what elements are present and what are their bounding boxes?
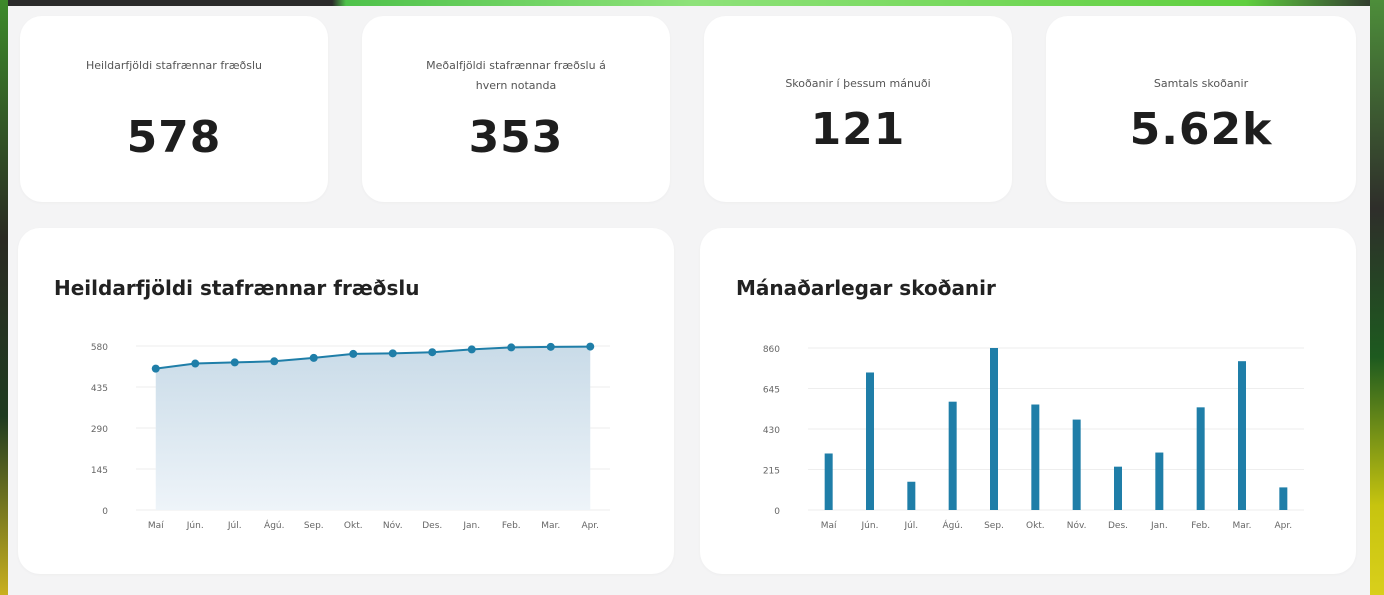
data-point — [546, 342, 555, 351]
background-photo-left — [0, 0, 8, 595]
x-tick-label: Sep. — [304, 521, 324, 531]
x-tick-label: Jún. — [186, 521, 204, 531]
x-tick-label: Júl. — [903, 521, 918, 531]
data-point — [230, 358, 239, 367]
bar-chart-card: Mánaðarlegar skoðanir 0 215 430 645 860 Maí Jú… — [700, 228, 1356, 574]
x-tick-label: Jan. — [1150, 521, 1168, 531]
y-tick-label: 435 — [91, 384, 108, 394]
bar — [1155, 452, 1164, 510]
stat-label: Samtals skoðanir — [1153, 77, 1249, 90]
y-tick-label: 215 — [763, 467, 780, 477]
stat-card-total-courses: Heildarfjöldi stafrænnar fræðslu 578 — [20, 16, 328, 202]
stat-label: Skoðanir í þessum mánuði — [785, 77, 931, 90]
x-tick-label: Júl. — [227, 521, 242, 531]
bar — [1072, 419, 1081, 510]
x-tick-label: Jún. — [861, 521, 879, 531]
bar — [948, 401, 957, 510]
x-tick-label: Maí — [148, 521, 164, 531]
bar — [824, 453, 833, 510]
bar — [990, 348, 998, 510]
x-tick-label: Sep. — [984, 521, 1004, 531]
data-point — [270, 357, 279, 366]
stat-label: Heildarfjöldi stafrænnar fræðslu — [85, 59, 263, 72]
line-chart-card: Heildarfjöldi stafrænnar fræðslu 0 145 290… — [18, 228, 674, 574]
y-tick-label: 580 — [91, 343, 108, 353]
dashboard-panel: Heildarfjöldi stafrænnar fræðslu 578 Með… — [8, 6, 1370, 595]
x-tick-label: Apr. — [1275, 521, 1293, 531]
data-point — [309, 353, 318, 362]
data-point — [349, 349, 358, 358]
data-point — [191, 359, 200, 368]
y-tick-label: 860 — [763, 345, 780, 355]
data-point — [151, 364, 160, 373]
x-tick-label: Okt. — [1026, 521, 1045, 531]
stat-card-views-this-month: Skoðanir í þessum mánuði 121 — [704, 16, 1012, 202]
x-tick-label: Jan. — [462, 521, 480, 531]
bar — [1114, 466, 1122, 510]
bar — [1238, 361, 1246, 510]
stat-value: 121 — [810, 104, 906, 155]
bar — [866, 372, 874, 510]
x-tick-label: Feb. — [502, 521, 521, 531]
data-point — [428, 348, 437, 357]
bar-chart: 0 215 430 645 860 Maí Jún. Júl. Ágú. Sep. Okt. Nóv.… — [763, 345, 1304, 531]
x-tick-label: Des. — [422, 521, 442, 531]
x-tick-label: Nóv. — [1067, 520, 1087, 531]
x-tick-label: Ágú. — [942, 519, 962, 531]
line-chart: 0 145 290 435 580 Maí Jún. Júl. Ágú. Sep. Okt. Nóv.… — [91, 342, 610, 531]
y-tick-label: 430 — [763, 426, 780, 436]
y-tick-label: 145 — [91, 466, 108, 476]
x-tick-label: Okt. — [344, 521, 363, 531]
y-tick-label: 290 — [91, 425, 108, 435]
stat-card-total-views: Samtals skoðanir 5.62k — [1046, 16, 1356, 202]
x-tick-label: Mar. — [541, 521, 560, 531]
y-tick-label: 0 — [774, 507, 780, 517]
bar — [1196, 407, 1205, 510]
bar — [1031, 404, 1040, 510]
x-tick-label: Mar. — [1232, 521, 1251, 531]
data-point — [586, 342, 595, 351]
x-tick-label: Apr. — [581, 521, 599, 531]
x-tick-label: Ágú. — [264, 519, 284, 531]
bar — [907, 481, 916, 510]
x-tick-label: Nóv. — [383, 520, 403, 531]
stat-value: 5.62k — [1129, 104, 1273, 155]
bar — [1279, 487, 1288, 510]
x-tick-label: Maí — [821, 521, 837, 531]
area-fill — [155, 346, 591, 510]
stat-label: Meðalfjöldi stafrænnar fræðslu á hvern n… — [426, 59, 606, 92]
y-tick-label: 0 — [102, 507, 108, 517]
background-photo-right — [1370, 0, 1384, 595]
data-point — [467, 345, 476, 354]
x-tick-label: Des. — [1108, 521, 1128, 531]
stat-value: 578 — [126, 112, 222, 163]
stat-value: 353 — [468, 112, 564, 163]
data-point — [388, 349, 397, 358]
data-point — [507, 343, 516, 352]
x-tick-label: Feb. — [1191, 521, 1210, 531]
stat-card-average-per-user: Meðalfjöldi stafrænnar fræðslu á hvern n… — [362, 16, 670, 202]
y-tick-label: 645 — [763, 386, 780, 396]
